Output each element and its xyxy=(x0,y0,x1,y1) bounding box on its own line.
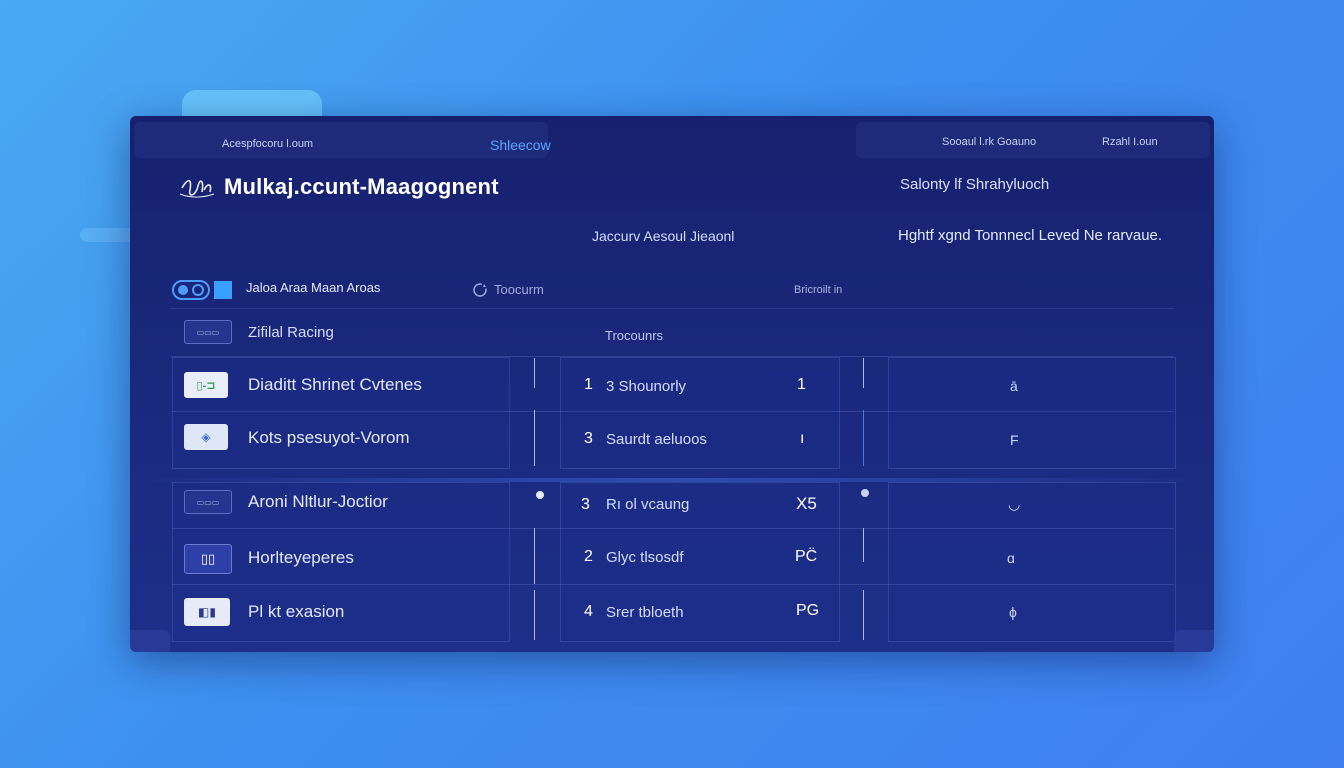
security-label: Jaccurv Aesoul Jieaonl xyxy=(592,228,735,244)
middle-cells-group xyxy=(560,357,840,469)
row-number: 3 xyxy=(584,430,593,447)
search-label[interactable]: Bricroilt in xyxy=(794,284,842,296)
row-thumbnail-icon: ▭▭▭ xyxy=(184,490,232,514)
row-label[interactable]: Aroni Nltlur-Joctior xyxy=(248,492,388,512)
toolbar: Jaloa Araa Maan Aroas Toocurm Bricroilt … xyxy=(170,268,1174,309)
row-detail: Srer tbloeth xyxy=(606,604,684,621)
footer-corner xyxy=(1174,630,1214,652)
tab-right[interactable]: Sooaul l.rk Goauno Rzahl I.oun xyxy=(856,122,1210,158)
divider xyxy=(172,528,1174,529)
row-action-icon[interactable]: ◡ xyxy=(1008,496,1020,513)
row-thumbnail-icon: ▯▯ xyxy=(184,544,232,574)
signature-logo-icon xyxy=(179,179,215,198)
column-separator xyxy=(863,410,864,466)
filter-label[interactable]: Toocurm xyxy=(494,282,544,297)
tab-left-label: Acespfocoru l.oum xyxy=(222,138,314,150)
row-mark: 1 xyxy=(797,376,806,393)
row-label[interactable]: Horlteyeperes xyxy=(248,548,354,568)
row-number: 1 xyxy=(584,376,593,393)
account-filter-label[interactable]: Jaloa Araa Maan Aroas xyxy=(246,280,380,295)
account-management-window: Acespfocoru l.oum Shleecow Sooaul l.rk G… xyxy=(130,116,1214,652)
right-cells-group xyxy=(888,357,1176,469)
right-cells-group xyxy=(888,482,1176,642)
row-mark: PC̈ xyxy=(795,548,818,565)
footer-corner xyxy=(130,630,170,652)
status-dot-icon xyxy=(536,491,544,499)
row-detail: Rı ol vcaung xyxy=(606,496,690,513)
row-number: 3 xyxy=(581,496,590,513)
tab-right-label: Sooaul l.rk Goauno xyxy=(942,136,1037,148)
row-detail: 3 Shounorly xyxy=(606,378,687,395)
column-separator xyxy=(534,358,535,388)
tab-center-label[interactable]: Shleecow xyxy=(490,137,551,153)
column-separator xyxy=(534,410,535,466)
page-title: Mulkaj.ccunt-Maagognent xyxy=(224,174,499,199)
divider xyxy=(172,584,1174,585)
row-mark: X5 xyxy=(796,494,817,513)
name-column-header: Zifilal Racing xyxy=(248,324,334,341)
middle-column-header: Trocounrs xyxy=(605,328,664,343)
toggle-switch-icon[interactable] xyxy=(172,280,232,300)
column-separator xyxy=(534,590,535,640)
row-thumbnail-icon: ◈ xyxy=(184,424,228,450)
row-thumbnail-icon: ▯-⊐ xyxy=(184,372,228,398)
divider xyxy=(172,411,1174,412)
row-label[interactable]: Pl kt exasion xyxy=(248,602,344,622)
row-mark: ı xyxy=(800,430,805,447)
row-action-icon[interactable]: F xyxy=(1010,432,1019,448)
row-thumbnail-icon: ◧▮ xyxy=(184,598,230,626)
notice-text: Hghtf xgnd Tonnnecl Leved Ne rarvaue. xyxy=(898,227,1163,244)
column-separator xyxy=(534,528,535,584)
row-mark: PG xyxy=(796,602,820,619)
tab-right-label: Rzahl I.oun xyxy=(1102,136,1158,148)
column-separator xyxy=(863,590,864,640)
row-action-icon[interactable]: ā xyxy=(1010,378,1018,394)
row-number: 2 xyxy=(584,548,593,565)
tab-left[interactable]: Acespfocoru l.oum xyxy=(134,122,548,158)
row-number: 4 xyxy=(584,603,593,620)
page-title-row: Mulkaj.ccunt-Maagognent xyxy=(178,172,499,202)
column-separator xyxy=(863,358,864,388)
status-dot-icon xyxy=(861,489,869,497)
security-status: Salonty lf Shrahyluoch xyxy=(900,176,1050,193)
row-action-icon[interactable]: ɑ xyxy=(1007,550,1015,566)
row-action-icon[interactable]: ϕ xyxy=(1009,604,1017,620)
row-label[interactable]: Diaditt Shrinet Cvtenes xyxy=(248,375,422,395)
column-header-icon: ▭▭▭ xyxy=(184,320,232,344)
refresh-icon[interactable] xyxy=(472,282,488,298)
column-separator xyxy=(863,528,864,562)
row-label[interactable]: Kots psesuyot-Vorom xyxy=(248,428,410,448)
row-detail: Glyc tlsosdf xyxy=(606,549,684,566)
row-detail: Saurdt aeluoos xyxy=(606,431,707,448)
